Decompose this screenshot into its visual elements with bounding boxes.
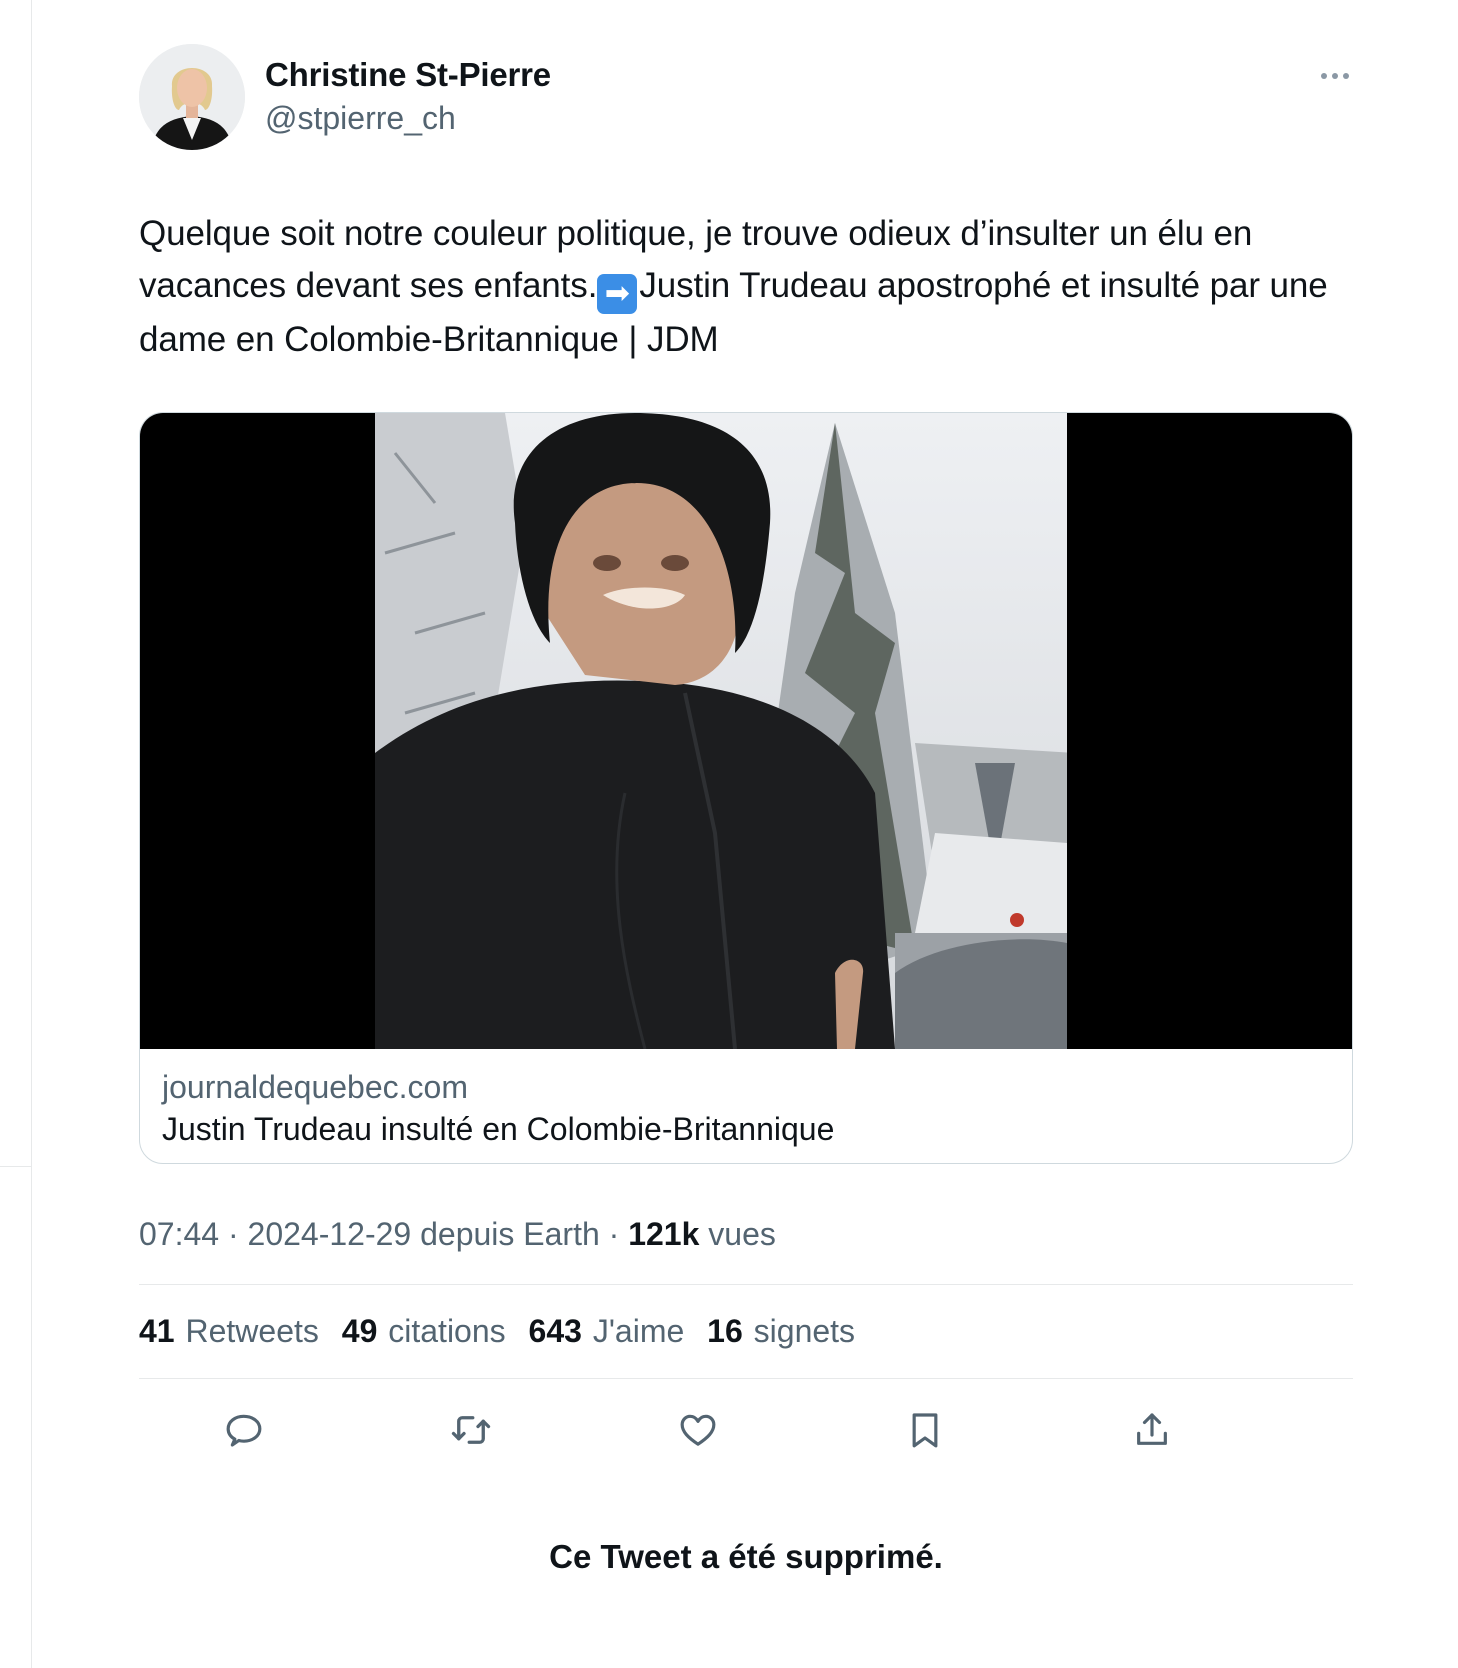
link-preview-card[interactable]: journaldequebec.com Justin Trudeau insul… [139,412,1353,1164]
views-count: 121k [628,1216,700,1252]
stat-retweets[interactable]: 41 Retweets [139,1313,319,1350]
author-handle[interactable]: @stpierre_ch [265,100,456,137]
bookmark-icon[interactable] [895,1400,955,1460]
retweet-icon[interactable] [441,1400,501,1460]
divider [139,1378,1353,1379]
stat-label: J'aime [592,1313,685,1349]
engagement-stats: 41 Retweets 49 citations 643 J'aime 16 s… [139,1313,869,1350]
right-arrow-emoji-icon: ➡ [597,274,638,314]
stat-count: 643 [528,1313,582,1349]
more-options-icon[interactable] [1315,62,1355,90]
card-domain: journaldequebec.com [162,1069,468,1105]
stat-count: 16 [707,1313,743,1349]
stat-likes[interactable]: 643 J'aime [529,1313,685,1350]
action-bar [139,1400,1353,1460]
views-label: vues [708,1216,776,1252]
stat-quotes[interactable]: 49 citations [342,1313,506,1350]
author-name[interactable]: Christine St-Pierre [265,56,551,94]
stat-label: citations [388,1313,506,1349]
card-title: Justin Trudeau insulté en Colombie-Brita… [162,1111,835,1147]
stat-label: Retweets [185,1313,319,1349]
reply-icon[interactable] [214,1400,274,1460]
like-icon[interactable] [668,1400,728,1460]
timestamp[interactable]: 07:44 · 2024-12-29 depuis Earth · [139,1216,628,1252]
divider [139,1284,1353,1285]
avatar[interactable] [139,44,245,150]
timeline-border [31,0,32,1668]
card-video-thumbnail[interactable] [140,413,1352,1049]
stat-count: 41 [139,1313,175,1349]
tweet-meta: 07:44 · 2024-12-29 depuis Earth · 121k v… [139,1216,776,1253]
stat-bookmarks[interactable]: 16 signets [707,1313,855,1350]
share-icon[interactable] [1122,1400,1182,1460]
tweet-text: Quelque soit notre couleur politique, je… [139,208,1353,366]
divider [0,1166,31,1167]
stat-label: signets [753,1313,856,1349]
deleted-tweet-notice: Ce Tweet a été supprimé. [549,1538,943,1575]
stat-count: 49 [341,1313,378,1349]
